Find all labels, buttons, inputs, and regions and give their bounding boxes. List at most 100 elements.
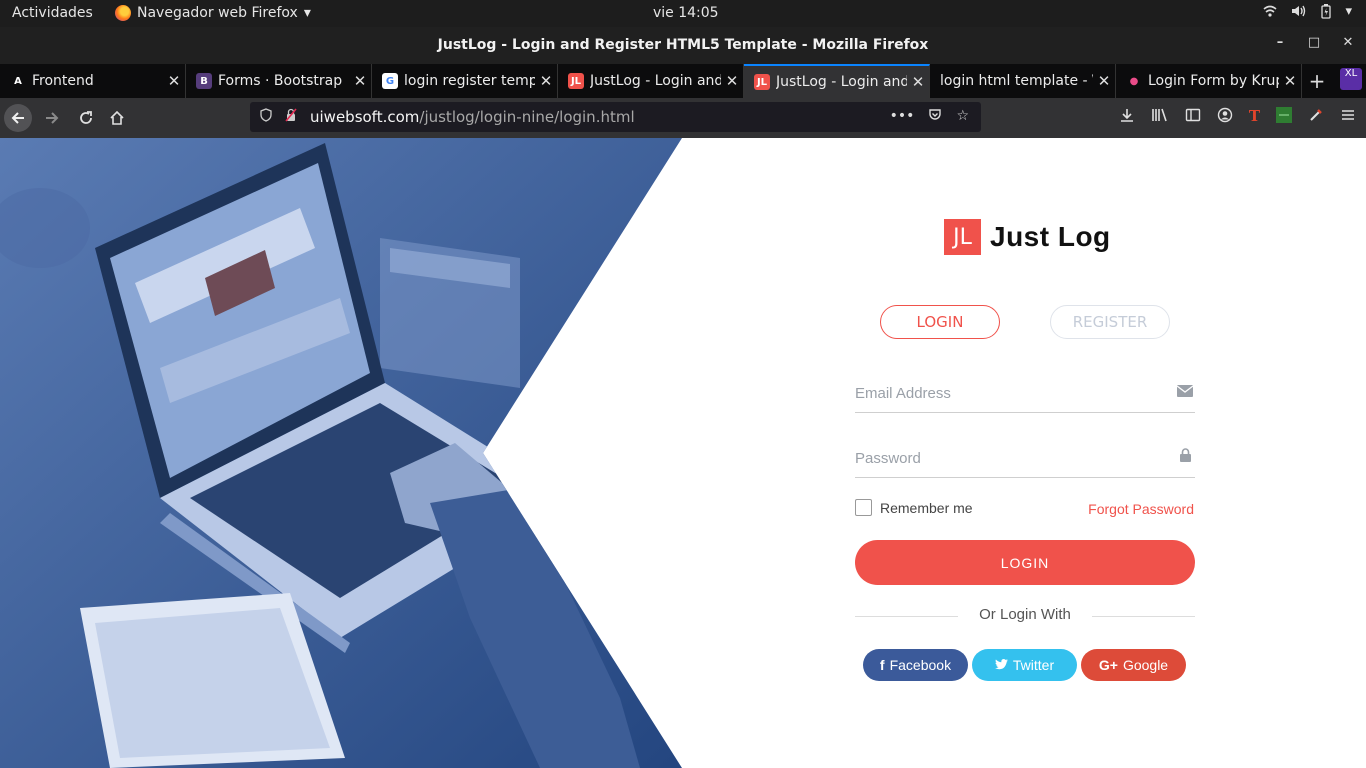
google-plus-icon: G+ <box>1098 657 1118 673</box>
url-host: uiwebsoft.com <box>310 108 420 126</box>
reload-button[interactable] <box>72 104 100 132</box>
or-login-with-label: Or Login With <box>958 606 1092 623</box>
tab-frontend[interactable]: A Frontend ✕ <box>0 64 186 98</box>
extension-xl-icon[interactable]: XL <box>1340 68 1362 90</box>
tab-label: Frontend <box>32 73 94 89</box>
clock[interactable]: vie 14:05 <box>653 5 719 21</box>
tab-dribbble-login-form[interactable]: ● Login Form by Krup ✕ <box>1116 64 1302 98</box>
tab-login-html-template[interactable]: login html template - \ ✕ <box>930 64 1116 98</box>
home-icon <box>110 110 124 125</box>
justlog-favicon-icon: JL <box>568 73 584 89</box>
firefox-icon <box>115 5 131 21</box>
downloads-icon[interactable] <box>1119 107 1135 127</box>
facebook-icon: f <box>879 657 885 673</box>
navigation-toolbar: uiwebsoft.com/justlog/login-nine/login.h… <box>0 98 1366 138</box>
lock-icon <box>1175 448 1195 466</box>
bookmark-star-icon[interactable]: ☆ <box>956 108 969 126</box>
envelope-icon <box>1175 383 1195 401</box>
tab-label: JustLog - Login and <box>590 73 721 89</box>
page-content: JL Just Log LOGIN REGISTER Remember me F… <box>0 138 1366 768</box>
close-icon[interactable]: ✕ <box>163 72 185 90</box>
login-tab-button[interactable]: LOGIN <box>880 305 1000 339</box>
tab-justlog-active[interactable]: JL JustLog - Login and ✕ <box>744 64 930 98</box>
tab-justlog-1[interactable]: JL JustLog - Login and ✕ <box>558 64 744 98</box>
google-label: Google <box>1122 657 1169 673</box>
maximize-button[interactable]: □ <box>1304 35 1324 50</box>
justlog-favicon-icon: JL <box>754 74 770 90</box>
remember-me-checkbox[interactable] <box>855 499 872 516</box>
tab-strip: A Frontend ✕ B Forms · Bootstrap ✕ G log… <box>0 64 1366 98</box>
minimize-button[interactable]: – <box>1270 35 1290 50</box>
facebook-label: Facebook <box>889 657 952 673</box>
volume-icon <box>1291 4 1307 23</box>
shield-icon[interactable] <box>260 108 272 126</box>
email-input[interactable] <box>855 381 1155 405</box>
wifi-icon <box>1263 4 1277 23</box>
close-icon[interactable]: ✕ <box>721 72 743 90</box>
tab-favicon-icon: A <box>10 73 26 89</box>
sidebar-icon[interactable] <box>1185 107 1201 127</box>
forward-button[interactable] <box>38 104 66 132</box>
library-icon[interactable] <box>1151 107 1169 127</box>
chevron-down-icon: ▾ <box>303 5 311 21</box>
home-button[interactable] <box>103 104 131 132</box>
logo-name: Just Log <box>990 221 1111 252</box>
back-button[interactable] <box>4 104 32 132</box>
insecure-lock-icon[interactable] <box>284 108 298 126</box>
account-icon[interactable] <box>1217 107 1233 127</box>
dribbble-icon: ● <box>1129 75 1139 87</box>
battery-icon <box>1321 4 1332 23</box>
login-submit-button[interactable]: LOGIN <box>855 540 1195 585</box>
remember-me-label: Remember me <box>880 499 973 516</box>
email-field <box>855 373 1195 413</box>
app-menu[interactable]: Navegador web Firefox ▾ <box>115 5 311 21</box>
forgot-password-link[interactable]: Forgot Password <box>1088 501 1194 517</box>
url-path: /justlog/login-nine/login.html <box>419 108 635 126</box>
extension-t-icon[interactable]: T <box>1249 107 1260 127</box>
google-login-button[interactable]: G+ Google <box>1081 649 1186 681</box>
register-tab-button[interactable]: REGISTER <box>1050 305 1170 339</box>
facebook-login-button[interactable]: f Facebook <box>863 649 968 681</box>
tab-label: login register temp <box>404 73 535 89</box>
chevron-down-icon: ▾ <box>1345 4 1352 19</box>
password-input[interactable] <box>855 446 1155 470</box>
arrow-right-icon <box>46 112 59 124</box>
tab-label: login html template - \ <box>940 73 1093 89</box>
system-top-bar: Actividades Navegador web Firefox ▾ vie … <box>0 0 1366 27</box>
window-titlebar: JustLog - Login and Register HTML5 Templ… <box>0 27 1366 64</box>
close-icon[interactable]: ✕ <box>1279 72 1301 90</box>
logo-mark: JL <box>944 219 981 255</box>
close-icon[interactable]: ✕ <box>349 72 371 90</box>
reload-icon <box>80 111 92 124</box>
brand-logo[interactable]: JL Just Log <box>944 219 1111 255</box>
bootstrap-icon: B <box>196 73 212 89</box>
app-menu-label: Navegador web Firefox <box>137 5 298 21</box>
activities-button[interactable]: Actividades <box>12 5 93 21</box>
tab-label: Login Form by Krup <box>1148 73 1279 89</box>
tab-google-search[interactable]: G login register temp ✕ <box>372 64 558 98</box>
remember-me[interactable]: Remember me <box>855 499 973 516</box>
url-bar[interactable]: uiwebsoft.com/justlog/login-nine/login.h… <box>250 102 981 132</box>
window-title: JustLog - Login and Register HTML5 Templ… <box>437 37 929 53</box>
close-icon[interactable]: ✕ <box>907 73 929 91</box>
close-window-button[interactable]: ✕ <box>1338 35 1358 50</box>
tab-bootstrap-forms[interactable]: B Forms · Bootstrap ✕ <box>186 64 372 98</box>
new-tab-button[interactable]: + <box>1306 69 1328 93</box>
twitter-icon <box>994 657 1008 673</box>
cors-extension-icon[interactable] <box>1276 107 1292 127</box>
pocket-icon[interactable] <box>928 108 942 126</box>
eyedropper-icon[interactable] <box>1308 107 1324 127</box>
page-actions-icon[interactable]: ••• <box>890 108 915 126</box>
twitter-label: Twitter <box>1012 657 1055 673</box>
google-icon: G <box>382 73 398 89</box>
login-panel: JL Just Log LOGIN REGISTER Remember me F… <box>855 138 1195 768</box>
twitter-login-button[interactable]: Twitter <box>972 649 1077 681</box>
tab-label: Forms · Bootstrap <box>218 73 343 89</box>
password-field <box>855 438 1195 478</box>
arrow-left-icon <box>11 112 24 124</box>
system-tray[interactable]: ▾ <box>1263 4 1352 23</box>
menu-icon[interactable] <box>1340 107 1356 127</box>
close-icon[interactable]: ✕ <box>1093 72 1115 90</box>
url-text[interactable]: uiwebsoft.com/justlog/login-nine/login.h… <box>310 108 890 126</box>
close-icon[interactable]: ✕ <box>535 72 557 90</box>
